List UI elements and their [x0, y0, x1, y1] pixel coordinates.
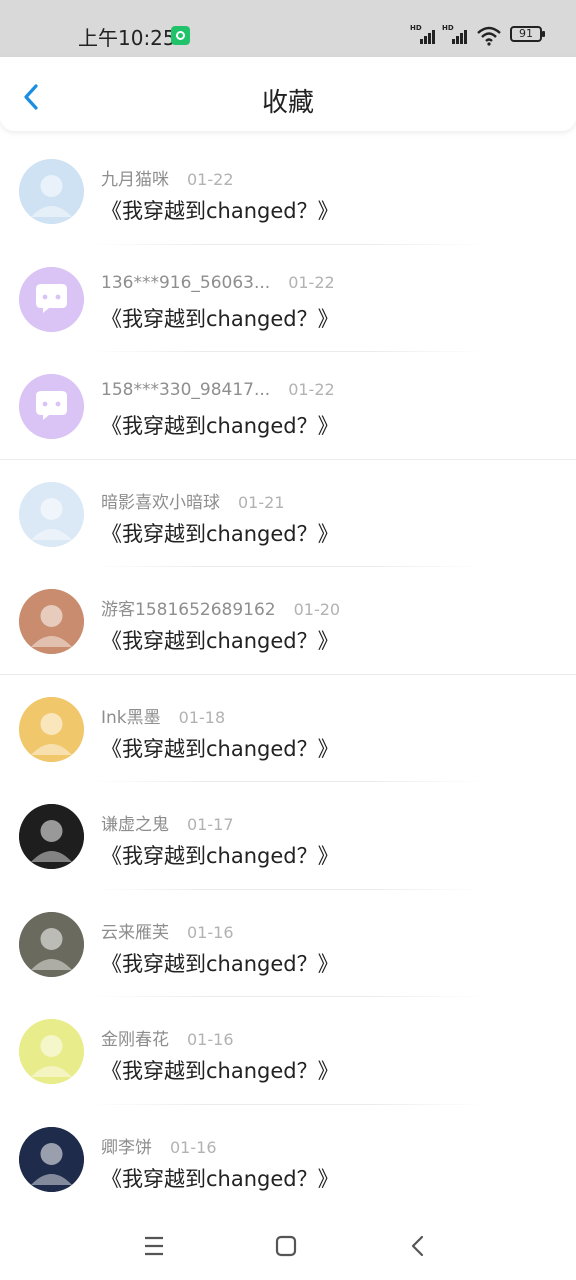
- username: 游客1581652689162: [101, 600, 276, 620]
- story-title[interactable]: 《我穿越到changed？》: [101, 625, 339, 655]
- post-date: 01-20: [293, 600, 341, 619]
- post-date: 01-16: [170, 1137, 217, 1157]
- list-item[interactable]: Ink黑墨 01-18 《我穿越到changed？》: [0, 675, 576, 782]
- story-title[interactable]: 《我穿越到changed？》: [101, 840, 339, 870]
- battery-indicator: 91: [510, 26, 545, 42]
- username-line: 游客1581652689162 01-20: [101, 595, 340, 620]
- post-date: 01-21: [238, 492, 285, 512]
- post-date: 01-22: [187, 170, 234, 189]
- username: 暗影喜欢小暗球: [101, 492, 220, 513]
- shield-app-icon: [171, 26, 190, 45]
- home-square-icon: [275, 1235, 297, 1257]
- status-bar: 上午10:25 HD HD 91: [0, 0, 576, 57]
- username-line: 158***330_98417... 01-22: [101, 380, 335, 400]
- story-title[interactable]: 《我穿越到changed？》: [101, 733, 339, 763]
- username-line: Ink黑墨 01-18: [101, 703, 225, 728]
- signal-icon: HD: [410, 24, 438, 46]
- list-item[interactable]: 卿李饼 01-16 《我穿越到changed？》: [0, 1105, 576, 1212]
- username: 158***330_98417...: [101, 380, 271, 400]
- username-line: 暗影喜欢小暗球 01-21: [101, 488, 285, 513]
- avatar-clocks[interactable]: [19, 911, 84, 977]
- avatar-dark-skeleton[interactable]: [19, 804, 84, 869]
- username: 云来雁芙: [101, 922, 169, 943]
- post-date: 01-16: [187, 922, 234, 942]
- menu-icon: [145, 1236, 163, 1256]
- username-line: 卿李饼 01-16: [101, 1133, 217, 1158]
- story-title[interactable]: 《我穿越到changed？》: [101, 303, 339, 333]
- system-nav-bar: [0, 1210, 576, 1280]
- post-date: 01-22: [288, 380, 335, 399]
- story-title[interactable]: 《我穿越到changed？》: [101, 948, 339, 978]
- header: 收藏: [0, 57, 576, 131]
- avatar-default-chat[interactable]: [19, 266, 84, 332]
- list-item[interactable]: 九月猫咪 01-22 《我穿越到changed？》: [0, 137, 576, 245]
- username: Ink黑墨: [101, 707, 161, 728]
- story-title[interactable]: 《我穿越到changed？》: [101, 518, 339, 548]
- list-item[interactable]: 金刚春花 01-16 《我穿越到changed？》: [0, 997, 576, 1105]
- list-item[interactable]: 谦虚之鬼 01-17 《我穿越到changed？》: [0, 782, 576, 890]
- post-date: 01-18: [178, 707, 226, 727]
- post-date: 01-22: [288, 272, 335, 292]
- avatar-dark-skeleton-blue[interactable]: [19, 1126, 84, 1192]
- favorites-list: 九月猫咪 01-22 《我穿越到changed？》 136***916_56063..…: [0, 137, 576, 1212]
- list-item[interactable]: 暗影喜欢小暗球 01-21 《我穿越到changed？》: [0, 460, 576, 567]
- list-item[interactable]: 云来雁芙 01-16 《我穿越到changed？》: [0, 890, 576, 997]
- avatar-cartoon-character[interactable]: [19, 481, 84, 547]
- hd-label: HD: [442, 24, 454, 32]
- username-line: 金刚春花 01-16: [101, 1025, 234, 1050]
- username-line: 云来雁芙 01-16: [101, 918, 234, 943]
- post-date: 01-16: [187, 1030, 234, 1049]
- home-button[interactable]: [270, 1230, 302, 1262]
- username: 金刚春花: [101, 1030, 169, 1050]
- avatar-colorful-skeleton[interactable]: [19, 696, 84, 762]
- username: 谦虚之鬼: [101, 815, 169, 835]
- status-time: 上午10:25: [78, 26, 176, 50]
- username: 九月猫咪: [101, 170, 169, 190]
- avatar-baby-photo[interactable]: [19, 589, 84, 654]
- story-title[interactable]: 《我穿越到changed？》: [101, 1163, 339, 1193]
- post-date: 01-17: [187, 815, 234, 834]
- avatar-anime-girl[interactable]: [19, 1019, 84, 1084]
- page-title: 收藏: [261, 88, 314, 118]
- status-icons: HD HD 91: [410, 24, 546, 46]
- avatar-cartoon-cat[interactable]: [19, 159, 84, 224]
- username-line: 136***916_56063... 01-22: [101, 273, 335, 293]
- list-item[interactable]: 158***330_98417... 01-22 《我穿越到changed？》: [0, 352, 576, 460]
- wifi-icon: [477, 26, 501, 46]
- back-triangle-icon: [411, 1235, 424, 1257]
- system-back-button[interactable]: [402, 1230, 434, 1262]
- avatar-default-chat[interactable]: [19, 374, 84, 439]
- story-title[interactable]: 《我穿越到changed？》: [101, 1055, 339, 1085]
- story-title[interactable]: 《我穿越到changed？》: [101, 410, 339, 440]
- list-item[interactable]: 136***916_56063... 01-22 《我穿越到changed？》: [0, 245, 576, 352]
- username-line: 谦虚之鬼 01-17: [101, 810, 234, 835]
- username: 卿李饼: [101, 1137, 152, 1158]
- menu-button[interactable]: [138, 1230, 170, 1262]
- username-line: 九月猫咪 01-22: [101, 165, 234, 190]
- signal-icon: HD: [442, 24, 470, 46]
- username: 136***916_56063...: [101, 272, 271, 293]
- story-title[interactable]: 《我穿越到changed？》: [101, 195, 339, 225]
- hd-label: HD: [410, 24, 422, 32]
- list-item[interactable]: 游客1581652689162 01-20 《我穿越到changed？》: [0, 567, 576, 675]
